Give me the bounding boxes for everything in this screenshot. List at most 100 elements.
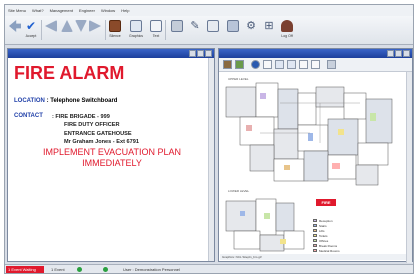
alarm-window-titlebar [8, 49, 214, 58]
print-button[interactable] [171, 18, 183, 43]
back-button[interactable] [9, 18, 21, 43]
menu-help[interactable]: Help [121, 8, 129, 13]
menu-site[interactable]: Site Menu [8, 8, 26, 13]
pan-icon[interactable] [263, 60, 272, 69]
print-icon [171, 20, 183, 32]
legend-swatch [313, 249, 317, 252]
fire-location-marker[interactable]: FIRE [316, 199, 336, 206]
legend-swatch [313, 234, 317, 237]
down-button[interactable] [75, 18, 87, 43]
edit-button[interactable]: ✎ [189, 18, 201, 43]
pencil-icon: ✎ [190, 20, 200, 32]
minimize-button[interactable] [387, 50, 394, 57]
menu-bar: Site Menu What? Management Engineer Wind… [5, 5, 413, 16]
network-icon: ⚙ [246, 20, 256, 32]
minimize-button[interactable] [189, 50, 196, 57]
log-off-button[interactable]: Log Off [281, 18, 293, 43]
hierarchy-button[interactable]: ⊞ [263, 18, 275, 43]
back-arrow-icon [9, 20, 21, 32]
notes-icon [207, 20, 219, 32]
fit-view-icon[interactable] [299, 60, 308, 69]
toolbar-separator [41, 20, 42, 40]
status-bar: 1 Event Waiting 1 Event User : Demonstra… [5, 264, 413, 273]
down-arrow-icon [75, 20, 87, 32]
event-count: 1 Event [51, 267, 65, 272]
vertical-scrollbar[interactable] [208, 58, 214, 261]
menu-engineer[interactable]: Engineer [79, 8, 95, 13]
location-value: : Telephone Switchboard [46, 98, 118, 104]
alarm-title: FIRE ALARM [14, 63, 125, 83]
legend-swatch [313, 239, 317, 242]
zoom-out-icon[interactable] [287, 60, 296, 69]
graphics-label: Graphics [129, 34, 144, 38]
window-icon [227, 20, 239, 32]
print-map-icon[interactable] [223, 60, 232, 69]
select-icon[interactable] [311, 60, 320, 69]
text-document-icon [150, 20, 162, 32]
legend-label: Medical Rooms [319, 248, 340, 253]
menu-window[interactable]: Window [101, 8, 115, 13]
contact-line: Mr Graham Jones - Ext 6791 [64, 139, 139, 146]
legend-swatch [313, 244, 317, 247]
log-off-icon [281, 20, 293, 32]
evacuation-instruction: IMPLEMENT EVACUATION PLAN IMMEDIATELY [8, 147, 216, 169]
contact-label: CONTACT [14, 113, 43, 119]
legend-label: Lifts [319, 228, 325, 233]
network-button[interactable]: ⚙ [245, 18, 257, 43]
accept-button[interactable]: ✔ Accept [25, 18, 37, 43]
window-controls [387, 50, 410, 57]
site-plan-window: UPPER LEVEL LOWER LEVEL FIRE Reception S… [218, 48, 413, 263]
toolbar-separator [165, 20, 166, 40]
menu-management[interactable]: Management [50, 8, 73, 13]
maximize-button[interactable] [197, 50, 204, 57]
layers-icon[interactable] [327, 60, 336, 69]
upper-level-label: UPPER LEVEL [228, 77, 249, 81]
hierarchy-icon: ⊞ [264, 20, 274, 32]
instruction-line: IMMEDIATELY [82, 158, 142, 168]
legend-label: Break Rooms [319, 243, 338, 248]
legend-label: Reception [319, 218, 333, 223]
text-label: Text [152, 34, 160, 38]
contact-line: FIRE DUTY OFFICER [64, 122, 120, 129]
site-floor-plan[interactable]: UPPER LEVEL LOWER LEVEL FIRE Reception S… [220, 73, 406, 259]
event-waiting-indicator[interactable]: 1 Event Waiting [6, 266, 44, 273]
next-button[interactable] [89, 18, 101, 43]
location-line: LOCATION : Telephone Switchboard [14, 98, 117, 104]
menu-what[interactable]: What? [32, 8, 44, 13]
maximize-button[interactable] [395, 50, 402, 57]
alarm-application-window: Site Menu What? Management Engineer Wind… [4, 4, 414, 274]
window-button[interactable] [227, 18, 239, 43]
graphics-icon [130, 20, 142, 32]
main-toolbar: ✔ Accept Silence Graphics Text ✎ ⚙ ⊞ Log… [5, 16, 413, 45]
silence-icon [109, 20, 121, 32]
silence-label: Silence [109, 34, 121, 38]
close-button[interactable] [403, 50, 410, 57]
window-controls [189, 50, 212, 57]
previous-button[interactable] [45, 18, 57, 43]
zoom-in-icon[interactable] [275, 60, 284, 69]
site-plan-titlebar [219, 49, 412, 58]
legend-label: Offices [319, 238, 329, 243]
close-button[interactable] [205, 50, 212, 57]
instruction-line: IMPLEMENT EVACUATION PLAN [42, 147, 182, 157]
connection-status-icon [77, 267, 82, 272]
notes-button[interactable] [207, 18, 219, 43]
up-button[interactable] [61, 18, 73, 43]
save-map-icon[interactable] [235, 60, 244, 69]
map-toolbar [219, 58, 412, 72]
lower-level-label: LOWER LEVEL [228, 189, 250, 193]
contact-line: : FIRE BRIGADE - 999 [52, 114, 110, 120]
text-button[interactable]: Text [150, 18, 162, 43]
log-off-label: Log Off [281, 34, 293, 38]
legend-swatch [313, 229, 317, 232]
checkmark-icon: ✔ [25, 19, 37, 33]
vertical-scrollbar[interactable] [406, 72, 412, 263]
legend-label: Toilets [319, 233, 328, 238]
accept-label: Accept [25, 34, 37, 38]
map-status-line: Graphics: NCL Sitepln_bm.gif [220, 254, 406, 260]
graphics-button[interactable]: Graphics [129, 18, 143, 43]
contact-line: ENTRANCE GATEHOUSE [64, 130, 132, 137]
silence-button[interactable]: Silence [109, 18, 121, 43]
legend-label: Stairs [319, 223, 327, 228]
globe-icon[interactable] [251, 60, 260, 69]
